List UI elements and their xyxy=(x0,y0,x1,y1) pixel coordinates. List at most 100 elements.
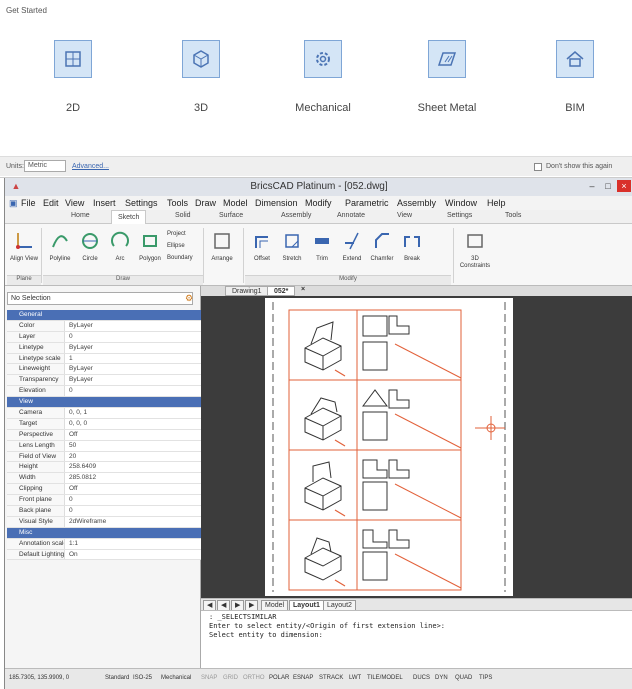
status-mechanical[interactable]: Mechanical xyxy=(161,675,191,681)
status-lwt[interactable]: LWT xyxy=(349,675,361,681)
property-row[interactable]: Default Lighting On xyxy=(7,549,201,561)
3d-constraints-button[interactable]: 3D Constraints xyxy=(457,228,493,270)
break-button[interactable]: Break xyxy=(397,228,427,263)
property-row[interactable]: Annotation scale 1:1 xyxy=(7,538,201,550)
status-quad[interactable]: QUAD xyxy=(455,675,472,681)
dont-show-checkbox[interactable] xyxy=(534,163,542,171)
selection-dropdown[interactable]: No Selection xyxy=(7,292,193,305)
property-row[interactable]: Layer 0 xyxy=(7,331,201,343)
command-line[interactable]: : _SELECTSIMILAR Enter to select entity/… xyxy=(201,610,632,668)
tab-assembly[interactable]: Assembly xyxy=(281,212,311,219)
maximize-icon[interactable]: □ xyxy=(601,180,615,192)
property-row[interactable]: Lens Length 50 xyxy=(7,440,201,452)
status-snap[interactable]: SNAP xyxy=(201,675,217,681)
drawing-tab-active[interactable]: 052* xyxy=(267,286,296,296)
polyline-button[interactable]: Polyline xyxy=(45,228,75,263)
align-view-button[interactable]: Align View xyxy=(9,228,39,263)
status-dyn[interactable]: DYN xyxy=(435,675,448,681)
menu-file[interactable]: File xyxy=(21,198,36,208)
property-row[interactable]: Visual Style 2dWireframe xyxy=(7,516,201,528)
property-row[interactable]: Target 0, 0, 0 xyxy=(7,418,201,430)
tab-surface[interactable]: Surface xyxy=(219,212,243,219)
property-row[interactable]: Clipping Off xyxy=(7,484,201,496)
tab-settings[interactable]: Settings xyxy=(447,212,472,219)
tab-home[interactable]: Home xyxy=(71,212,90,219)
advanced-link[interactable]: Advanced... xyxy=(72,163,109,170)
close-tab-icon[interactable]: × xyxy=(301,286,305,293)
stretch-button[interactable]: Stretch xyxy=(277,228,307,263)
doc-icon[interactable]: ▣ xyxy=(9,198,18,209)
card-bim[interactable]: BIM xyxy=(520,40,630,114)
status-ortho[interactable]: ORTHO xyxy=(243,675,265,681)
card-3d[interactable]: 3D xyxy=(146,40,256,114)
property-category[interactable]: Misc xyxy=(7,527,201,539)
tool-label: Break xyxy=(404,256,420,262)
menu-assembly[interactable]: Assembly xyxy=(397,198,436,208)
quick-select-icon[interactable]: ⚙ xyxy=(185,293,193,304)
close-icon[interactable]: × xyxy=(617,180,631,192)
menu-tools[interactable]: Tools xyxy=(167,198,188,208)
menu-edit[interactable]: Edit xyxy=(43,198,59,208)
polygon-button[interactable]: Polygon xyxy=(135,228,165,263)
status-strack[interactable]: STRACK xyxy=(319,675,343,681)
drawing-tab[interactable]: Drawing1 xyxy=(225,286,269,296)
ellipse-button[interactable]: Ellipse xyxy=(167,240,193,252)
trim-button[interactable]: Trim xyxy=(307,228,337,263)
circle-button[interactable]: Circle xyxy=(75,228,105,263)
menu-window[interactable]: Window xyxy=(445,198,477,208)
status-tile[interactable]: TILE/MODEL xyxy=(367,675,403,681)
minimize-icon[interactable]: – xyxy=(585,180,599,192)
property-row[interactable]: Perspective Off xyxy=(7,429,201,441)
tab-tools[interactable]: Tools xyxy=(505,212,521,219)
menu-view[interactable]: View xyxy=(65,198,84,208)
menu-dimension[interactable]: Dimension xyxy=(255,198,298,208)
status-tips[interactable]: TIPS xyxy=(479,675,492,681)
menu-help[interactable]: Help xyxy=(487,198,506,208)
menu-settings[interactable]: Settings xyxy=(125,198,158,208)
property-value: 258.6409 xyxy=(69,463,97,471)
status-polar[interactable]: POLAR xyxy=(269,675,289,681)
tab-annotate[interactable]: Annotate xyxy=(337,212,365,219)
tool-label: Chamfer xyxy=(370,256,394,262)
menu-model[interactable]: Model xyxy=(223,198,248,208)
property-row[interactable]: Width 285.0812 xyxy=(7,473,201,485)
offset-button[interactable]: Offset xyxy=(247,228,277,263)
property-row[interactable]: Color ByLayer xyxy=(7,320,201,332)
tab-solid[interactable]: Solid xyxy=(175,212,191,219)
property-row[interactable]: Lineweight ByLayer xyxy=(7,364,201,376)
project-button[interactable]: Project xyxy=(167,228,193,240)
property-row[interactable]: Elevation 0 xyxy=(7,386,201,398)
tab-sketch[interactable]: Sketch xyxy=(111,210,147,224)
property-row[interactable]: Linetype scale 1 xyxy=(7,353,201,365)
property-row[interactable]: Height 258.6409 xyxy=(7,462,201,474)
menu-modify[interactable]: Modify xyxy=(305,198,332,208)
property-row[interactable]: Linetype ByLayer xyxy=(7,342,201,354)
tab-view[interactable]: View xyxy=(397,212,412,219)
chamfer-button[interactable]: Chamfer xyxy=(367,228,397,263)
drawing-tabs: Drawing1 052* × xyxy=(201,286,632,296)
menu-insert[interactable]: Insert xyxy=(93,198,116,208)
boundary-button[interactable]: Boundary xyxy=(167,252,193,264)
status-grid[interactable]: GRID xyxy=(223,675,238,681)
property-category[interactable]: View xyxy=(7,397,201,409)
status-iso[interactable]: ISO-25 xyxy=(133,675,152,681)
property-row[interactable]: Field of View 20 xyxy=(7,451,201,463)
card-mechanical[interactable]: Mechanical xyxy=(268,40,378,114)
property-row[interactable]: Back plane 0 xyxy=(7,506,201,517)
menu-draw[interactable]: Draw xyxy=(195,198,216,208)
units-select[interactable]: Metric xyxy=(24,160,66,172)
property-row[interactable]: Camera 0, 0, 1 xyxy=(7,408,201,419)
property-row[interactable]: Front plane 0 xyxy=(7,495,201,507)
property-category[interactable]: General xyxy=(7,310,201,321)
extend-button[interactable]: Extend xyxy=(337,228,367,263)
status-ducs[interactable]: DUCS xyxy=(413,675,430,681)
menu-parametric[interactable]: Parametric xyxy=(345,198,389,208)
arrange-button[interactable]: Arrange xyxy=(205,228,239,263)
card-2d[interactable]: 2D xyxy=(18,40,128,114)
arc-button[interactable]: Arc xyxy=(105,228,135,263)
status-esnap[interactable]: ESNAP xyxy=(293,675,313,681)
property-row[interactable]: Transparency ByLayer xyxy=(7,375,201,387)
status-bar: 185.7305, 135.9909, 0 Standard ISO-25 Me… xyxy=(5,668,632,689)
card-sheet-metal[interactable]: Sheet Metal xyxy=(392,40,502,114)
status-standard[interactable]: Standard xyxy=(105,675,129,681)
